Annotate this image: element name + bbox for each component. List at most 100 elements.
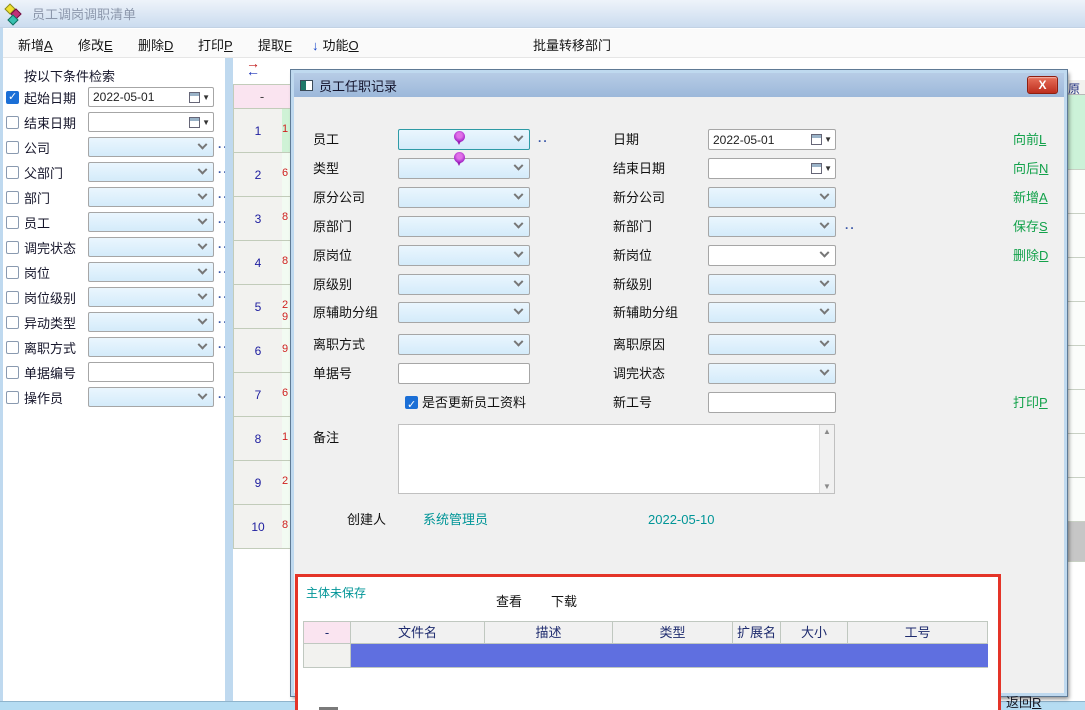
attachment-view-button[interactable]: 查看 [496, 591, 522, 610]
checkbox-公司[interactable] [6, 141, 19, 154]
checkbox-起始日期[interactable] [6, 91, 19, 104]
back-button[interactable]: 返回R [1006, 692, 1041, 710]
toolbar-修改[interactable]: 修改E [78, 35, 113, 54]
action-print[interactable]: 打印P [1013, 392, 1048, 411]
checkbox-调完状态[interactable] [6, 241, 19, 254]
grid-row[interactable]: 108 [234, 505, 290, 549]
attachment-cell[interactable] [351, 644, 485, 668]
dialog-field-类型[interactable] [398, 158, 530, 179]
search-dropdown-离职方式[interactable] [88, 337, 214, 357]
checkbox-岗位[interactable] [6, 266, 19, 279]
search-row-调完状态: 调完状态.. [6, 236, 228, 258]
dialog-field-新分公司[interactable] [708, 187, 836, 208]
search-dropdown-调完状态[interactable] [88, 237, 214, 257]
grid-row[interactable]: 11 [234, 109, 290, 153]
attachment-cell[interactable] [613, 644, 733, 668]
toolbar-提取[interactable]: 提取F [258, 35, 292, 54]
grid-row[interactable]: 48 [234, 241, 290, 285]
grid-row[interactable]: 69 [234, 329, 290, 373]
dialog-label-新工号: 新工号 [613, 392, 652, 413]
remark-scrollbar[interactable]: ▲ ▼ [819, 425, 834, 493]
checkbox-离职方式[interactable] [6, 341, 19, 354]
search-dropdown-岗位级别[interactable] [88, 287, 214, 307]
toolbar-功能[interactable]: ↓功能O [312, 35, 359, 54]
search-date-起始日期[interactable]: 2022-05-01▼ [88, 87, 214, 107]
lookup-dots-button[interactable]: .. [538, 131, 549, 145]
attachment-selected-row[interactable] [303, 644, 988, 668]
attachment-cell[interactable] [485, 644, 613, 668]
dialog-field-调完状态[interactable] [708, 363, 836, 384]
grid-row[interactable]: 26 [234, 153, 290, 197]
action-保存[interactable]: 保存S [1013, 216, 1048, 235]
toolbar-item-hotkey: E [104, 38, 113, 53]
search-dropdown-员工[interactable] [88, 212, 214, 232]
dialog-field-新辅助分组[interactable] [708, 302, 836, 323]
dialog-field-原岗位[interactable] [398, 245, 530, 266]
dialog-field-离职原因[interactable] [708, 334, 836, 355]
checkbox-异动类型[interactable] [6, 316, 19, 329]
calendar-icon [811, 163, 822, 174]
calendar-icon [811, 134, 822, 145]
toolbar-删除[interactable]: 删除D [138, 35, 173, 54]
action-新增[interactable]: 新增A [1013, 187, 1048, 206]
checkbox-操作员[interactable] [6, 391, 19, 404]
dialog-field-日期[interactable]: 2022-05-01▼ [708, 129, 836, 150]
search-dropdown-公司[interactable] [88, 137, 214, 157]
checkbox-结束日期[interactable] [6, 116, 19, 129]
grid-row[interactable]: 81 [234, 417, 290, 461]
search-dropdown-部门[interactable] [88, 187, 214, 207]
search-input-单据编号[interactable] [88, 362, 214, 382]
dialog-field-新工号[interactable] [708, 392, 836, 413]
attachment-cell[interactable] [848, 644, 988, 668]
attachment-download-button[interactable]: 下载 [551, 591, 577, 610]
remark-textarea[interactable]: ▲ ▼ [398, 424, 835, 494]
checkbox-员工[interactable] [6, 216, 19, 229]
grid-row[interactable]: 76 [234, 373, 290, 417]
checkbox-update-employee[interactable] [405, 396, 418, 409]
action-label: 删除 [1013, 248, 1039, 263]
attachment-cell[interactable] [303, 644, 351, 668]
panel-splitter[interactable] [225, 58, 233, 710]
search-dropdown-岗位[interactable] [88, 262, 214, 282]
chevron-down-icon [514, 190, 524, 200]
lookup-dots-button[interactable]: .. [845, 218, 856, 232]
dialog-field-原级别[interactable] [398, 274, 530, 295]
chevron-down-icon [514, 161, 524, 171]
attachment-cell[interactable] [733, 644, 781, 668]
search-date-结束日期[interactable]: ▼ [88, 112, 214, 132]
toolbar-批量转移部门[interactable]: 批量转移部门 [533, 35, 611, 54]
search-dropdown-操作员[interactable] [88, 387, 214, 407]
dialog-titlebar[interactable]: 员工任职记录 [294, 73, 1064, 97]
checkbox-父部门[interactable] [6, 166, 19, 179]
checkbox-岗位级别[interactable] [6, 291, 19, 304]
search-dropdown-父部门[interactable] [88, 162, 214, 182]
dialog-field-新岗位[interactable] [708, 245, 836, 266]
grid-row[interactable]: 529 [234, 285, 290, 329]
dialog-field-单据号[interactable] [398, 363, 530, 384]
grid-row[interactable]: 92 [234, 461, 290, 505]
scroll-down-icon[interactable]: ▼ [820, 482, 834, 491]
checkbox-部门[interactable] [6, 191, 19, 204]
action-向后[interactable]: 向后N [1013, 158, 1048, 177]
toolbar-打印[interactable]: 打印P [198, 35, 233, 54]
dialog-field-新级别[interactable] [708, 274, 836, 295]
swap-columns-icon[interactable]: →← [243, 59, 263, 75]
dialog-field-结束日期[interactable]: ▼ [708, 158, 836, 179]
action-删除[interactable]: 删除D [1013, 245, 1048, 264]
dialog-field-离职方式[interactable] [398, 334, 530, 355]
dialog-field-原辅助分组[interactable] [398, 302, 530, 323]
checkbox-单据编号[interactable] [6, 366, 19, 379]
action-向前[interactable]: 向前L [1013, 129, 1046, 148]
grid-row[interactable]: 38 [234, 197, 290, 241]
scroll-up-icon[interactable]: ▲ [820, 427, 834, 436]
dialog-field-新部门[interactable] [708, 216, 836, 237]
search-row-员工: 员工.. [6, 211, 228, 233]
search-label: 父部门 [24, 163, 87, 182]
close-icon[interactable]: X [1027, 76, 1058, 94]
search-dropdown-异动类型[interactable] [88, 312, 214, 332]
dialog-field-原分公司[interactable] [398, 187, 530, 208]
toolbar-新增[interactable]: 新增A [18, 35, 53, 54]
search-row-操作员: 操作员.. [6, 386, 228, 408]
attachment-cell[interactable] [781, 644, 848, 668]
dialog-field-原部门[interactable] [398, 216, 530, 237]
